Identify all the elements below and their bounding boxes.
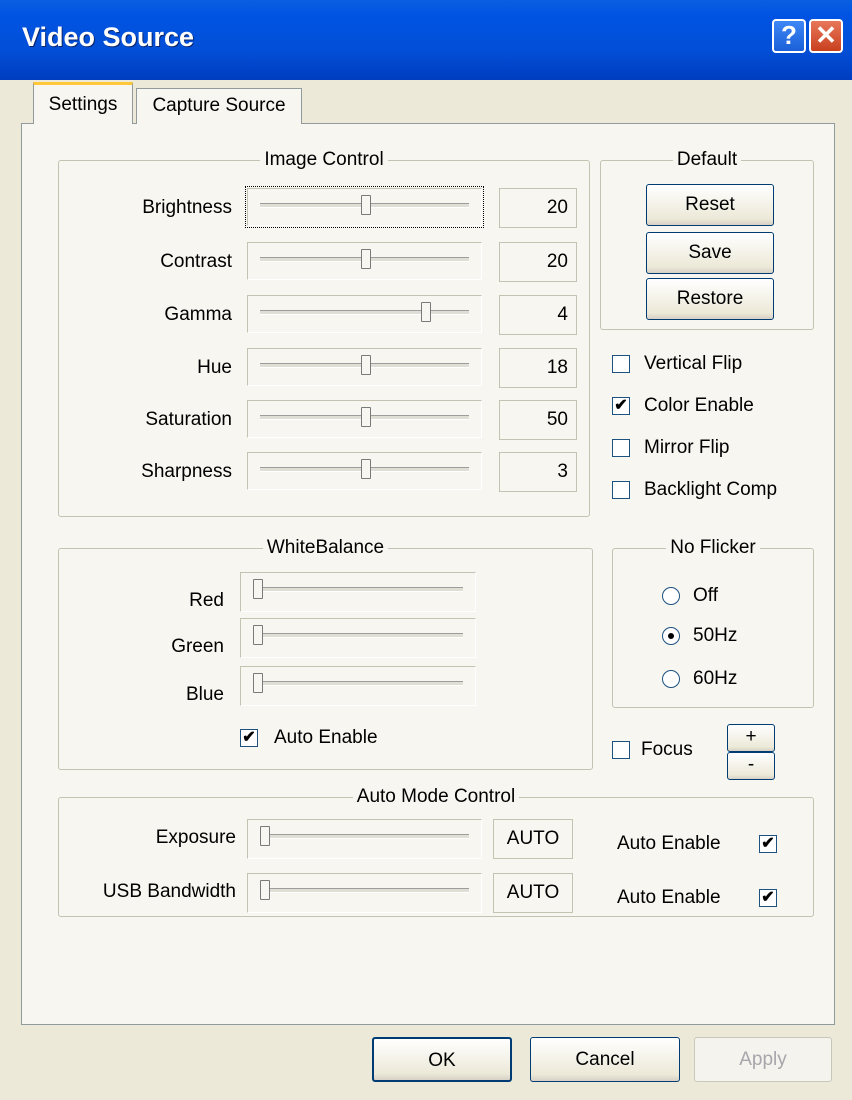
white-balance-title: WhiteBalance [262, 537, 389, 558]
ok-button[interactable]: OK [372, 1037, 512, 1082]
usb-bandwidth-auto-enable-checkbox[interactable]: ✔ [759, 889, 777, 907]
window-title: Video Source [22, 22, 195, 52]
flicker-60hz-label: 60Hz [693, 668, 738, 689]
save-button[interactable]: Save [646, 232, 774, 274]
saturation-value: 50 [499, 400, 577, 440]
exposure-slider[interactable] [247, 819, 482, 859]
flicker-50hz-radio[interactable] [662, 627, 680, 645]
title-bar[interactable]: Video Source ? ✕ [0, 0, 852, 80]
sharpness-value: 3 [499, 452, 577, 492]
color-enable-checkbox[interactable]: ✔ [612, 397, 630, 415]
help-icon[interactable]: ? [772, 19, 806, 53]
gamma-value: 4 [499, 295, 577, 335]
wb-red-slider-thumb[interactable] [253, 579, 263, 599]
hue-value: 18 [499, 348, 577, 388]
brightness-slider[interactable] [245, 186, 484, 228]
contrast-label: Contrast [160, 251, 232, 272]
wb-auto-enable-checkbox[interactable]: ✔ [240, 729, 258, 747]
wb-green-slider-thumb[interactable] [253, 625, 263, 645]
cancel-button[interactable]: Cancel [530, 1037, 680, 1082]
usb-bandwidth-slider[interactable] [247, 873, 482, 913]
usb-bandwidth-label: USB Bandwidth [102, 881, 236, 902]
video-source-dialog: Video Source ? ✕ Settings Capture Source… [0, 0, 852, 1100]
auto-mode-title: Auto Mode Control [352, 786, 520, 807]
wb-blue-label: Blue [185, 684, 224, 705]
focus-label: Focus [641, 739, 693, 760]
vertical-flip-label: Vertical Flip [644, 353, 743, 374]
backlight-comp-label: Backlight Comp [644, 479, 778, 500]
flicker-50hz-label: 50Hz [693, 625, 738, 646]
focus-plus-button[interactable]: + [727, 724, 775, 752]
vertical-flip-checkbox[interactable] [612, 355, 630, 373]
wb-red-slider-track [253, 587, 463, 592]
contrast-value: 20 [499, 242, 577, 282]
exposure-auto-enable-checkbox[interactable]: ✔ [759, 835, 777, 853]
wb-blue-slider[interactable] [240, 666, 476, 706]
usb-bandwidth-value: AUTO [493, 873, 573, 913]
wb-red-slider[interactable] [240, 572, 476, 612]
saturation-slider-thumb[interactable] [360, 407, 371, 427]
tab-capture-source[interactable]: Capture Source [136, 88, 302, 124]
default-group-title: Default [672, 149, 742, 170]
exposure-slider-thumb[interactable] [260, 826, 270, 846]
contrast-slider-thumb[interactable] [360, 249, 371, 269]
exposure-label: Exposure [155, 827, 236, 848]
contrast-slider[interactable] [247, 242, 482, 280]
hue-slider-thumb[interactable] [360, 355, 371, 375]
focus-checkbox[interactable] [612, 741, 630, 759]
usb-bandwidth-slider-thumb[interactable] [260, 880, 270, 900]
mirror-flip-checkbox[interactable] [612, 439, 630, 457]
exposure-value: AUTO [493, 819, 573, 859]
restore-button[interactable]: Restore [646, 278, 774, 320]
image-control-title: Image Control [260, 149, 388, 170]
flicker-off-radio[interactable] [662, 587, 680, 605]
sharpness-slider[interactable] [247, 452, 482, 490]
apply-button[interactable]: Apply [694, 1037, 832, 1082]
tab-capture-source-label: Capture Source [152, 95, 286, 116]
saturation-slider[interactable] [247, 400, 482, 438]
wb-blue-slider-track [253, 681, 463, 686]
gamma-label: Gamma [164, 304, 232, 325]
hue-label: Hue [197, 357, 232, 378]
flicker-off-label: Off [693, 585, 718, 606]
mirror-flip-label: Mirror Flip [644, 437, 730, 458]
close-icon[interactable]: ✕ [809, 19, 843, 53]
sharpness-slider-thumb[interactable] [360, 459, 371, 479]
hue-slider[interactable] [247, 348, 482, 386]
gamma-slider[interactable] [247, 295, 482, 333]
wb-red-label: Red [189, 590, 224, 611]
tab-settings-label: Settings [48, 94, 118, 115]
gamma-slider-thumb[interactable] [420, 302, 431, 322]
tab-settings[interactable]: Settings [33, 82, 133, 124]
sharpness-label: Sharpness [141, 461, 232, 482]
wb-blue-slider-thumb[interactable] [253, 673, 263, 693]
usb-bandwidth-slider-track [260, 888, 469, 893]
no-flicker-title: No Flicker [666, 537, 760, 558]
flicker-60hz-radio[interactable] [662, 670, 680, 688]
backlight-comp-checkbox[interactable] [612, 481, 630, 499]
color-enable-label: Color Enable [644, 395, 754, 416]
wb-green-label: Green [171, 636, 224, 657]
wb-green-slider[interactable] [240, 618, 476, 658]
usb-bandwidth-auto-enable-label: Auto Enable [617, 887, 721, 908]
saturation-label: Saturation [145, 409, 232, 430]
brightness-label: Brightness [142, 197, 232, 218]
exposure-auto-enable-label: Auto Enable [617, 833, 721, 854]
exposure-slider-track [260, 834, 469, 839]
brightness-slider-thumb[interactable] [360, 195, 371, 215]
gamma-slider-track [260, 310, 469, 315]
wb-auto-enable-label: Auto Enable [274, 727, 378, 748]
wb-green-slider-track [253, 633, 463, 638]
brightness-value: 20 [499, 188, 577, 228]
reset-button[interactable]: Reset [646, 184, 774, 226]
focus-minus-button[interactable]: - [727, 752, 775, 780]
